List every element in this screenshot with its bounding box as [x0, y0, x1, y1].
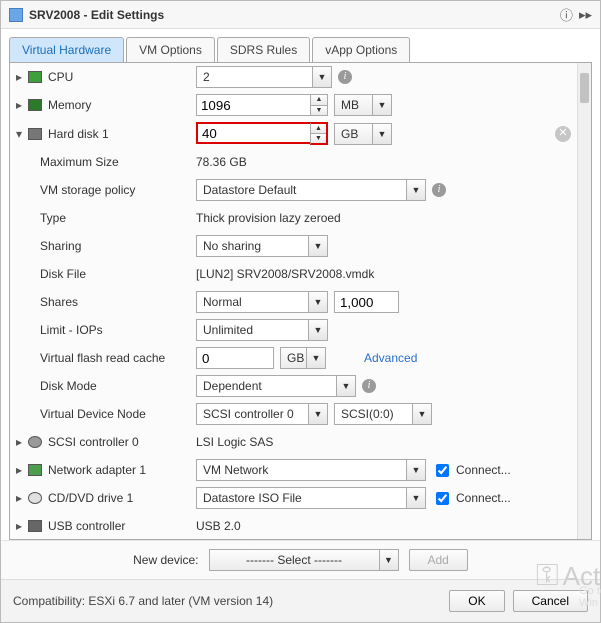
- node-controller-value[interactable]: SCSI controller 0: [196, 403, 308, 425]
- cd1-connect-input[interactable]: [436, 492, 449, 505]
- expand-net1-icon[interactable]: ▸: [16, 463, 26, 477]
- shares-level[interactable]: Normal: [196, 291, 308, 313]
- sharing-value[interactable]: No sharing: [196, 235, 308, 257]
- flash-label: Virtual flash read cache: [40, 351, 165, 365]
- shares-level-dropdown-button[interactable]: ▼: [308, 291, 328, 313]
- memory-label: Memory: [48, 98, 91, 112]
- usb-label: USB controller: [48, 519, 125, 533]
- memory-unit[interactable]: MB: [334, 94, 372, 116]
- hard-disk-icon: [28, 128, 42, 140]
- node-label: Virtual Device Node: [40, 407, 146, 421]
- expand-scsi0-icon[interactable]: ▸: [16, 435, 26, 449]
- flash-value-input[interactable]: [196, 347, 274, 369]
- cpu-dropdown-button[interactable]: ▼: [312, 66, 332, 88]
- max-size-value: 78.36 GB: [196, 155, 247, 169]
- cd1-connect-checkbox[interactable]: Connect...: [432, 489, 511, 508]
- scrollbar-thumb[interactable]: [580, 73, 589, 103]
- window-icon: [9, 8, 23, 22]
- tab-vapp-options[interactable]: vApp Options: [312, 37, 410, 62]
- net1-label: Network adapter 1: [48, 463, 146, 477]
- cd-icon: [28, 492, 42, 504]
- info-icon[interactable]: i: [432, 183, 446, 197]
- remove-hdd1-button[interactable]: ✕: [555, 126, 571, 142]
- sharing-dropdown-button[interactable]: ▼: [308, 235, 328, 257]
- tab-sdrs-rules[interactable]: SDRS Rules: [217, 37, 310, 62]
- hdd1-label: Hard disk 1: [48, 127, 109, 141]
- usb-icon: [28, 520, 42, 532]
- disk-file-label: Disk File: [40, 267, 86, 281]
- disk-mode-value[interactable]: Dependent: [196, 375, 336, 397]
- expand-cpu-icon[interactable]: ▸: [16, 70, 26, 84]
- hdd1-unit-dropdown-button[interactable]: ▼: [372, 123, 392, 145]
- disk-mode-label: Disk Mode: [40, 379, 97, 393]
- tab-vm-options[interactable]: VM Options: [126, 37, 215, 62]
- net1-connect-checkbox[interactable]: Connect...: [432, 461, 511, 480]
- add-device-button[interactable]: Add: [409, 549, 468, 571]
- scsi0-value: LSI Logic SAS: [196, 435, 273, 449]
- net1-connect-input[interactable]: [436, 464, 449, 477]
- settings-scroll-area[interactable]: ▸ CPU 2 ▼ i ▸ Memory: [10, 63, 577, 539]
- memory-up-icon[interactable]: ▲: [311, 95, 327, 106]
- compatibility-text: Compatibility: ESXi 6.7 and later (VM ve…: [13, 594, 449, 608]
- limit-value[interactable]: Unlimited: [196, 319, 308, 341]
- expand-usb-icon[interactable]: ▸: [16, 519, 26, 533]
- shares-label: Shares: [40, 295, 78, 309]
- window-title: SRV2008 - Edit Settings: [29, 8, 554, 22]
- expand-cd1-icon[interactable]: ▸: [16, 491, 26, 505]
- type-label: Type: [40, 211, 66, 225]
- tab-virtual-hardware[interactable]: Virtual Hardware: [9, 37, 124, 62]
- memory-icon: [28, 99, 42, 111]
- cd1-label: CD/DVD drive 1: [48, 491, 133, 505]
- scsi0-label: SCSI controller 0: [48, 435, 139, 449]
- hdd1-unit[interactable]: GB: [334, 123, 372, 145]
- new-device-select[interactable]: ------- Select -------: [209, 549, 379, 571]
- cpu-value[interactable]: 2: [196, 66, 312, 88]
- cancel-button[interactable]: Cancel: [513, 590, 588, 612]
- ok-button[interactable]: OK: [449, 590, 504, 612]
- new-device-dropdown-button[interactable]: ▼: [379, 549, 399, 571]
- limit-label: Limit - IOPs: [40, 323, 103, 337]
- help-icon[interactable]: ⓘ: [560, 5, 573, 24]
- node-controller-dropdown-button[interactable]: ▼: [308, 403, 328, 425]
- cpu-label: CPU: [48, 70, 73, 84]
- hdd1-size-input[interactable]: [196, 122, 310, 144]
- storage-policy-value[interactable]: Datastore Default: [196, 179, 406, 201]
- sharing-label: Sharing: [40, 239, 81, 253]
- net1-dropdown-button[interactable]: ▼: [406, 459, 426, 481]
- memory-unit-dropdown-button[interactable]: ▼: [372, 94, 392, 116]
- collapse-hdd1-icon[interactable]: ▾: [16, 127, 26, 141]
- info-icon[interactable]: i: [338, 70, 352, 84]
- max-size-label: Maximum Size: [40, 155, 119, 169]
- node-slot-value[interactable]: SCSI(0:0): [334, 403, 412, 425]
- hdd1-size-up-icon[interactable]: ▲: [311, 124, 326, 134]
- info-icon[interactable]: i: [362, 379, 376, 393]
- type-value: Thick provision lazy zeroed: [196, 211, 341, 225]
- disk-mode-dropdown-button[interactable]: ▼: [336, 375, 356, 397]
- disk-file-value: [LUN2] SRV2008/SRV2008.vmdk: [196, 267, 374, 281]
- flash-unit[interactable]: GB: [280, 347, 306, 369]
- node-slot-dropdown-button[interactable]: ▼: [412, 403, 432, 425]
- scsi-icon: [28, 436, 42, 448]
- cpu-icon: [28, 71, 42, 83]
- hdd1-size-spinner[interactable]: ▲▼: [196, 122, 328, 145]
- scrollbar[interactable]: [577, 63, 591, 539]
- memory-spinner[interactable]: ▲▼: [196, 94, 328, 116]
- cd1-value[interactable]: Datastore ISO File: [196, 487, 406, 509]
- hdd1-size-down-icon[interactable]: ▼: [311, 134, 326, 143]
- expand-memory-icon[interactable]: ▸: [16, 98, 26, 112]
- expand-icon[interactable]: ▸▸: [579, 7, 592, 23]
- flash-unit-dropdown-button[interactable]: ▼: [306, 347, 326, 369]
- limit-dropdown-button[interactable]: ▼: [308, 319, 328, 341]
- storage-policy-label: VM storage policy: [40, 183, 135, 197]
- net1-value[interactable]: VM Network: [196, 459, 406, 481]
- usb-value: USB 2.0: [196, 519, 241, 533]
- memory-input[interactable]: [196, 94, 310, 116]
- new-device-label: New device:: [133, 553, 198, 567]
- network-icon: [28, 464, 42, 476]
- advanced-link[interactable]: Advanced: [364, 351, 417, 365]
- storage-policy-dropdown-button[interactable]: ▼: [406, 179, 426, 201]
- cd1-dropdown-button[interactable]: ▼: [406, 487, 426, 509]
- memory-down-icon[interactable]: ▼: [311, 106, 327, 116]
- shares-value-input[interactable]: [334, 291, 399, 313]
